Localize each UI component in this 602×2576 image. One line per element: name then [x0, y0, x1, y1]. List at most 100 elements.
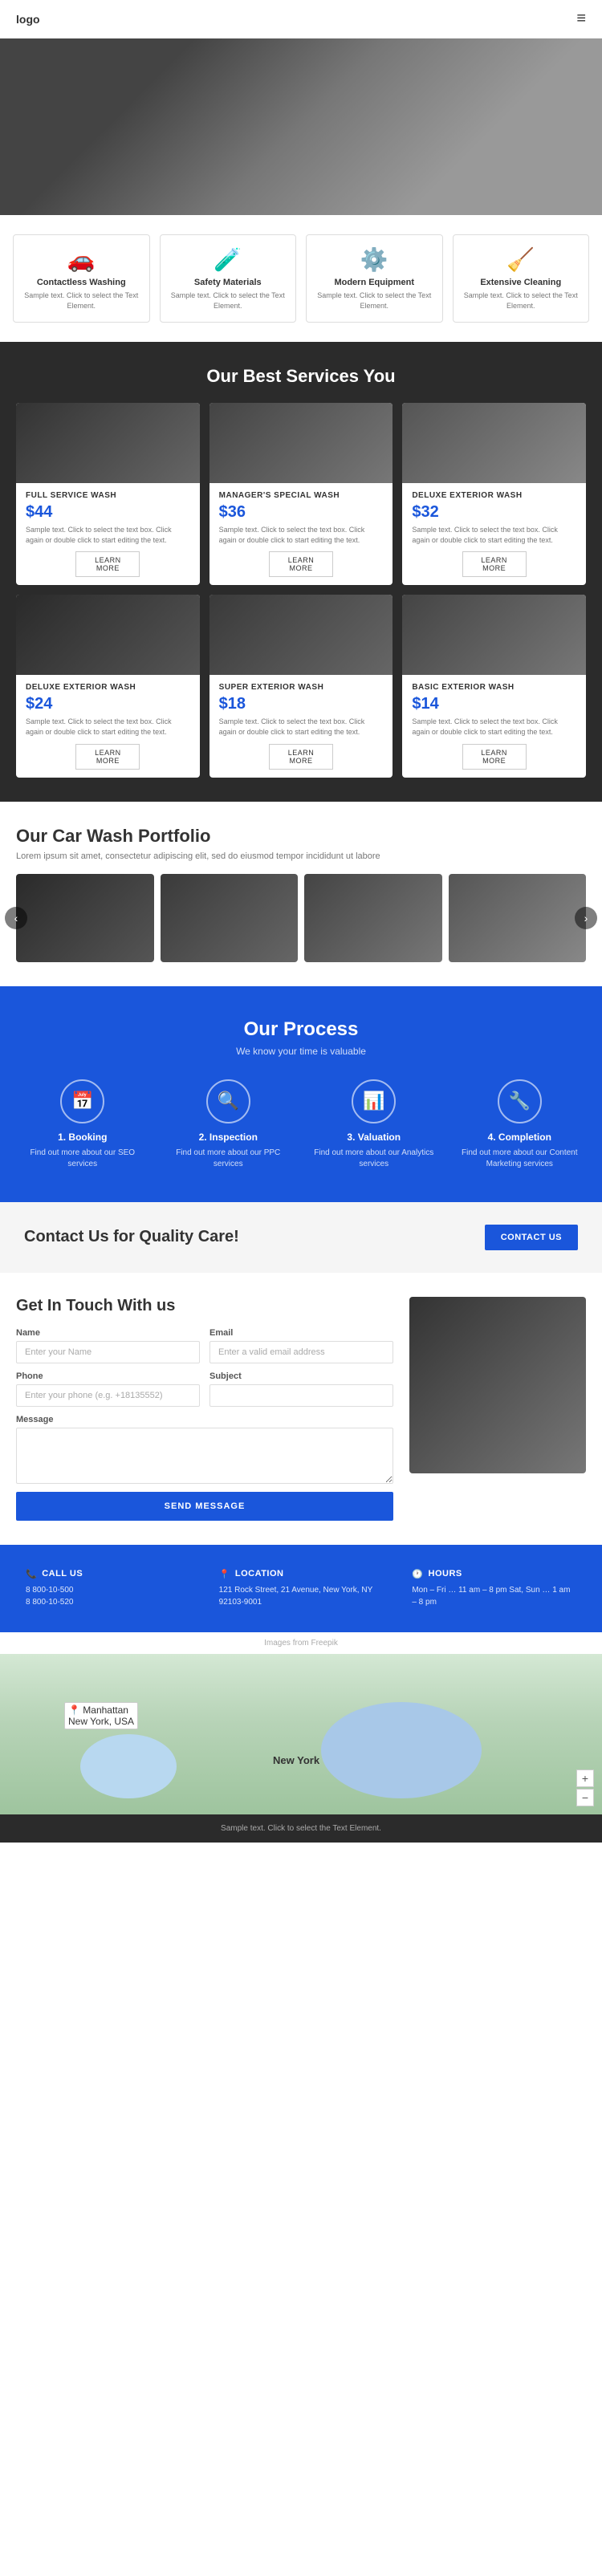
service-desc-5: Sample text. Click to select the text bo…	[412, 717, 576, 737]
service-price-0: $44	[26, 503, 190, 522]
process-step-3: 🔧 4. Completion Find out more about our …	[454, 1079, 587, 1170]
carousel-prev-button[interactable]: ‹	[5, 907, 27, 929]
info-box-text-0: 8 800-10-5008 800-10-520	[26, 1584, 190, 1608]
contact-section: Get In Touch With us Name Email Phone	[0, 1273, 602, 1545]
info-box-0: 📞 CALL US 8 800-10-5008 800-10-520	[16, 1558, 200, 1619]
info-box-title-2: 🕐 HOURS	[412, 1569, 576, 1579]
learn-more-button-2[interactable]: LEARN MORE	[462, 551, 527, 577]
process-icon-1: 🔍	[206, 1079, 250, 1123]
feature-icon-3: 🧹	[462, 246, 581, 273]
info-box-icon-2: 🕐	[412, 1569, 423, 1579]
feature-icon-0: 🚗	[22, 246, 141, 273]
map-zoom-out-button[interactable]: −	[576, 1789, 594, 1806]
phone-label: Phone	[16, 1371, 200, 1381]
service-image-5	[402, 595, 586, 675]
process-step-desc-2: Find out more about our Analytics servic…	[307, 1148, 441, 1170]
phone-input[interactable]	[16, 1384, 200, 1407]
features-section: 🚗 Contactless Washing Sample text. Click…	[0, 215, 602, 342]
email-label: Email	[209, 1328, 393, 1338]
send-message-button[interactable]: SEND MESSAGE	[16, 1492, 393, 1521]
learn-more-button-3[interactable]: LEARN MORE	[75, 744, 140, 770]
feature-card-1: 🧪 Safety Materials Sample text. Click to…	[160, 234, 297, 323]
menu-icon[interactable]: ≡	[576, 10, 586, 28]
service-image-1	[209, 403, 393, 483]
process-step-2: 📊 3. Valuation Find out more about our A…	[307, 1079, 441, 1170]
feature-icon-2: ⚙️	[315, 246, 434, 273]
service-body-4: SUPER EXTERIOR WASH $18 Sample text. Cli…	[209, 675, 393, 777]
service-body-5: BASIC EXTERIOR WASH $14 Sample text. Cli…	[402, 675, 586, 777]
portfolio-title: Our Car Wash Portfolio	[16, 826, 586, 847]
process-steps: 📅 1. Booking Find out more about our SEO…	[16, 1079, 586, 1170]
email-input[interactable]	[209, 1341, 393, 1363]
info-box-title-1: 📍 LOCATION	[219, 1569, 384, 1579]
form-group-phone: Phone	[16, 1371, 200, 1407]
process-step-0: 📅 1. Booking Find out more about our SEO…	[16, 1079, 149, 1170]
portfolio-section: Our Car Wash Portfolio Lorem ipsum sit a…	[0, 802, 602, 986]
contact-grid: Get In Touch With us Name Email Phone	[16, 1297, 586, 1521]
service-card-2: DELUXE EXTERIOR WASH $32 Sample text. Cl…	[402, 403, 586, 585]
footer-text: Sample text. Click to select the Text El…	[221, 1824, 381, 1833]
service-desc-1: Sample text. Click to select the text bo…	[219, 525, 384, 545]
name-input[interactable]	[16, 1341, 200, 1363]
features-grid: 🚗 Contactless Washing Sample text. Click…	[13, 234, 589, 323]
portfolio-desc: Lorem ipsum sit amet, consectetur adipis…	[16, 851, 586, 861]
learn-more-button-0[interactable]: LEARN MORE	[75, 551, 140, 577]
service-name-3: DELUXE EXTERIOR WASH	[26, 683, 190, 692]
service-image-0	[16, 403, 200, 483]
form-group-name: Name	[16, 1328, 200, 1363]
form-group-message: Message	[16, 1415, 393, 1484]
header: logo ≡	[0, 0, 602, 39]
feature-desc-3: Sample text. Click to select the Text El…	[462, 291, 581, 311]
feature-desc-0: Sample text. Click to select the Text El…	[22, 291, 141, 311]
service-name-0: FULL SERVICE WASH	[26, 491, 190, 500]
process-title: Our Process	[16, 1018, 586, 1041]
process-icon-0: 📅	[60, 1079, 104, 1123]
map-city-label: New York	[273, 1754, 319, 1766]
feature-card-3: 🧹 Extensive Cleaning Sample text. Click …	[453, 234, 590, 323]
service-desc-3: Sample text. Click to select the text bo…	[26, 717, 190, 737]
info-grid: 📞 CALL US 8 800-10-5008 800-10-520 📍 LOC…	[16, 1558, 586, 1619]
feature-card-0: 🚗 Contactless Washing Sample text. Click…	[13, 234, 150, 323]
map-water-1	[321, 1702, 482, 1798]
portfolio-images	[16, 874, 586, 962]
feature-desc-2: Sample text. Click to select the Text El…	[315, 291, 434, 311]
info-box-text-2: Mon – Fri … 11 am – 8 pm Sat, Sun … 1 am…	[412, 1584, 576, 1608]
cta-section: Contact Us for Quality Care! CONTACT US	[0, 1202, 602, 1273]
service-name-5: BASIC EXTERIOR WASH	[412, 683, 576, 692]
learn-more-button-1[interactable]: LEARN MORE	[269, 551, 333, 577]
service-image-4	[209, 595, 393, 675]
service-image-2	[402, 403, 586, 483]
learn-more-button-5[interactable]: LEARN MORE	[462, 744, 527, 770]
feature-card-2: ⚙️ Modern Equipment Sample text. Click t…	[306, 234, 443, 323]
service-body-1: MANAGER'S SPECIAL WASH $36 Sample text. …	[209, 483, 393, 585]
name-label: Name	[16, 1328, 200, 1338]
process-icon-2: 📊	[352, 1079, 396, 1123]
service-desc-4: Sample text. Click to select the text bo…	[219, 717, 384, 737]
map-section: New York 📍 ManhattanNew York, USA + −	[0, 1654, 602, 1814]
contact-us-button[interactable]: CONTACT US	[485, 1225, 578, 1250]
map-location-pin: 📍 ManhattanNew York, USA	[64, 1702, 138, 1729]
feature-title-2: Modern Equipment	[315, 278, 434, 287]
service-desc-2: Sample text. Click to select the text bo…	[412, 525, 576, 545]
services-section: Our Best Services You FULL SERVICE WASH …	[0, 342, 602, 801]
feature-title-3: Extensive Cleaning	[462, 278, 581, 287]
service-price-5: $14	[412, 695, 576, 713]
process-step-desc-0: Find out more about our SEO services	[16, 1148, 149, 1170]
learn-more-button-4[interactable]: LEARN MORE	[269, 744, 333, 770]
map-controls: + −	[576, 1769, 594, 1806]
portfolio-image-3	[304, 874, 442, 962]
feature-icon-1: 🧪	[169, 246, 288, 273]
contact-image	[409, 1297, 586, 1473]
contact-form: Name Email Phone Subject	[16, 1328, 393, 1521]
subject-input[interactable]	[209, 1384, 393, 1407]
message-label: Message	[16, 1415, 393, 1424]
map-water-2	[80, 1734, 177, 1798]
portfolio-image-2	[161, 874, 299, 962]
service-price-1: $36	[219, 503, 384, 522]
map-zoom-in-button[interactable]: +	[576, 1769, 594, 1787]
carousel-next-button[interactable]: ›	[575, 907, 597, 929]
message-input[interactable]	[16, 1428, 393, 1484]
service-price-3: $24	[26, 695, 190, 713]
info-box-1: 📍 LOCATION 121 Rock Street, 21 Avenue, N…	[209, 1558, 393, 1619]
services-title: Our Best Services You	[16, 366, 586, 387]
